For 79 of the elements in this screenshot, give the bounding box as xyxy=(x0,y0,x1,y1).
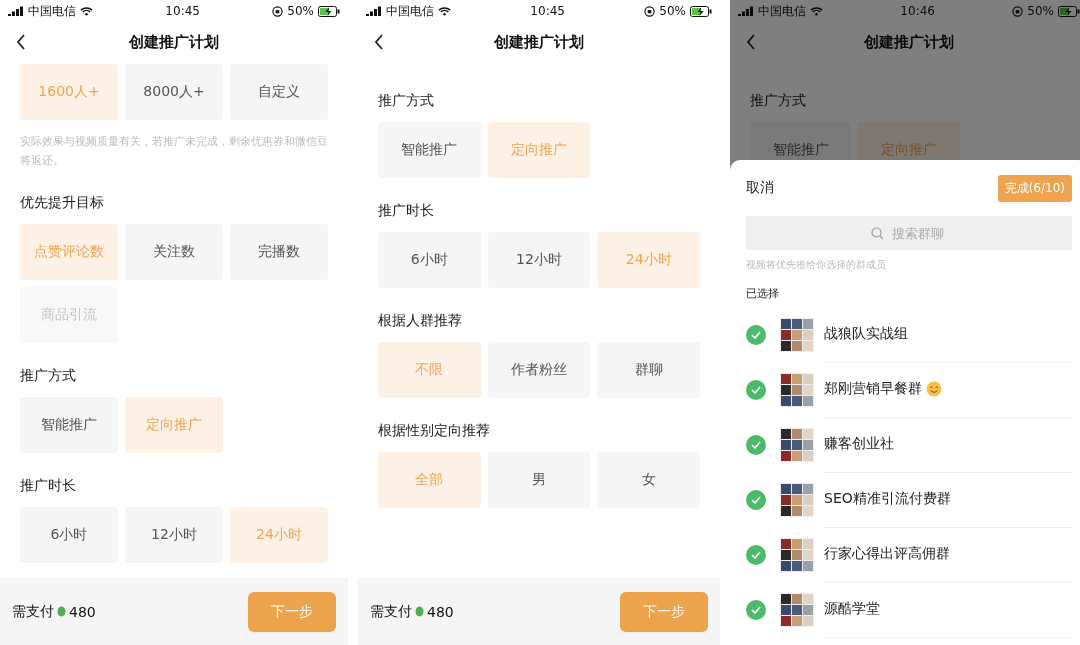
pay-label: 需支付 xyxy=(12,602,54,621)
rotation-lock-icon xyxy=(272,5,284,17)
checkbox[interactable] xyxy=(746,434,766,455)
search-field[interactable]: 搜索群聊 xyxy=(746,216,1072,250)
cancel-button[interactable]: 取消 xyxy=(746,179,774,197)
selected-heading: 已选择 xyxy=(746,286,780,301)
group-name: 郑刚营销早餐群 xyxy=(824,380,922,398)
carrier-name: 中国电信 xyxy=(758,2,806,20)
option-button[interactable]: 男 xyxy=(487,452,591,508)
bean-icon xyxy=(57,606,66,617)
checkbox[interactable] xyxy=(746,544,766,565)
signal-icon xyxy=(738,6,754,16)
section-heading: 推广方式 xyxy=(20,367,77,385)
pay-label: 需支付 xyxy=(370,602,412,621)
option-button[interactable]: 6小时 xyxy=(20,507,118,563)
section-heading: 推广方式 xyxy=(750,92,807,110)
back-icon xyxy=(16,34,26,50)
battery-percent: 50% xyxy=(1027,4,1054,18)
signal-icon xyxy=(366,6,382,16)
option-button[interactable]: 8000人+ xyxy=(125,64,223,120)
option-button[interactable]: 完播数 xyxy=(230,224,328,280)
check-icon xyxy=(751,495,761,504)
option-button[interactable]: 群聊 xyxy=(597,342,700,398)
group-name: 行家心得出评高佣群 xyxy=(824,545,950,563)
group-name: 战狼队实战组 xyxy=(824,325,908,343)
option-button[interactable]: 12小时 xyxy=(125,507,223,563)
check-icon xyxy=(751,385,761,394)
group-name: SEO精准引流付费群 xyxy=(824,490,951,508)
back-icon xyxy=(746,34,756,50)
check-icon xyxy=(751,330,761,339)
checkbox[interactable] xyxy=(746,324,766,345)
pay-amount: 480 xyxy=(427,603,454,620)
page-title: 创建推广计划 xyxy=(494,32,584,52)
option-button[interactable]: 智能推广 xyxy=(378,122,481,178)
note-text: 实际效果与视频质量有关，若推广未完成，剩余优惠券和微信豆将返还。 xyxy=(20,134,328,169)
rotation-lock-icon xyxy=(1012,5,1024,17)
section-heading: 根据人群推荐 xyxy=(378,312,463,330)
check-icon xyxy=(751,605,761,614)
section-heading: 优先提升目标 xyxy=(20,194,105,212)
pay-amount: 480 xyxy=(69,603,96,620)
checkbox[interactable] xyxy=(746,379,766,400)
check-icon xyxy=(751,550,761,559)
option-button[interactable]: 自定义 xyxy=(230,64,328,120)
section-heading: 推广方式 xyxy=(378,92,435,110)
clock-time: 10:45 xyxy=(165,4,200,18)
page-title: 创建推广计划 xyxy=(864,32,954,52)
battery-icon xyxy=(1058,5,1080,17)
checkbox[interactable] xyxy=(746,599,766,620)
smiley-icon xyxy=(926,381,942,397)
battery-percent: 50% xyxy=(287,4,314,18)
section-heading: 推广时长 xyxy=(378,202,435,220)
checkbox[interactable] xyxy=(746,489,766,510)
wifi-icon xyxy=(438,6,451,16)
option-button[interactable]: 关注数 xyxy=(125,224,223,280)
group-name: 赚客创业社 xyxy=(824,435,894,453)
check-icon xyxy=(751,440,761,449)
battery-icon xyxy=(318,5,340,17)
signal-icon xyxy=(8,6,24,16)
option-button[interactable]: 智能推广 xyxy=(20,397,118,453)
battery-icon xyxy=(690,5,712,17)
wifi-icon xyxy=(810,6,823,16)
option-button[interactable]: 女 xyxy=(597,452,700,508)
bean-icon xyxy=(415,606,424,617)
search-icon xyxy=(871,227,884,240)
clock-time: 10:46 xyxy=(900,4,935,18)
carrier-name: 中国电信 xyxy=(28,2,76,20)
clock-time: 10:45 xyxy=(530,4,565,18)
carrier-name: 中国电信 xyxy=(386,2,434,20)
rotation-lock-icon xyxy=(644,5,656,17)
option-button[interactable]: 12小时 xyxy=(487,232,591,288)
page-title: 创建推广计划 xyxy=(129,32,219,52)
option-button[interactable]: 作者粉丝 xyxy=(487,342,591,398)
battery-percent: 50% xyxy=(659,4,686,18)
option-button[interactable]: 6小时 xyxy=(378,232,481,288)
section-heading: 推广时长 xyxy=(20,477,77,495)
section-heading: 根据性别定向推荐 xyxy=(378,422,491,440)
wifi-icon xyxy=(80,6,93,16)
back-icon xyxy=(374,34,384,50)
group-name: 源酷学堂 xyxy=(824,600,880,618)
